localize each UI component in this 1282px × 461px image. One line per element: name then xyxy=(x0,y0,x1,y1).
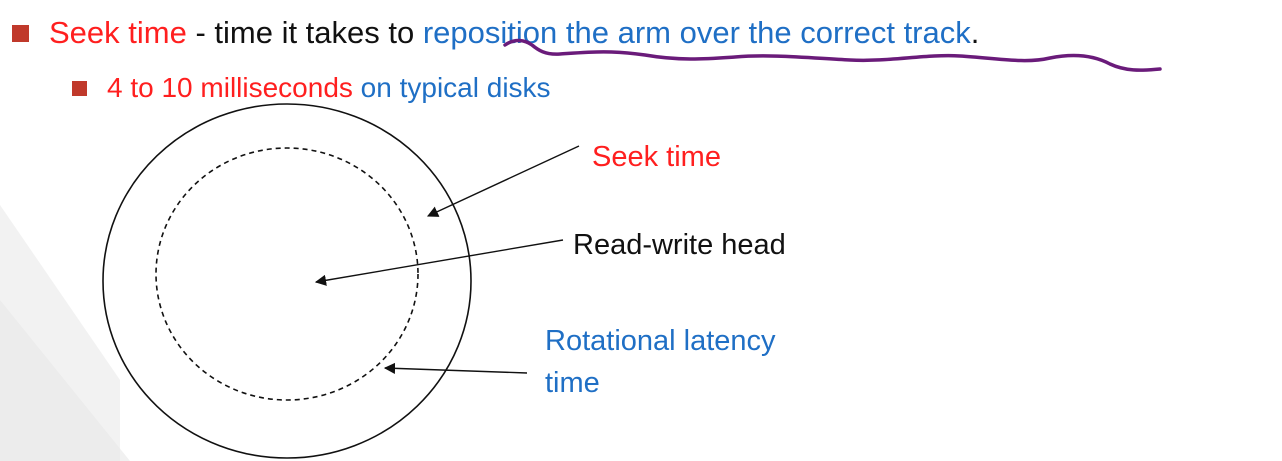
outer-disk-circle xyxy=(102,103,472,459)
rotational-latency-arrow xyxy=(383,362,528,374)
rotational-latency-label: Rotational latency xyxy=(545,325,776,357)
read-write-head-label: Read-write head xyxy=(573,229,786,261)
dashed-track-circle xyxy=(155,147,419,401)
seek-time-arrow xyxy=(426,145,580,217)
read-write-head-arrow xyxy=(314,239,564,286)
rotational-latency-label-continued: time xyxy=(545,367,600,399)
seek-time-label: Seek time xyxy=(592,141,721,173)
slide: Seek time - time it takes to reposition … xyxy=(0,0,1282,461)
